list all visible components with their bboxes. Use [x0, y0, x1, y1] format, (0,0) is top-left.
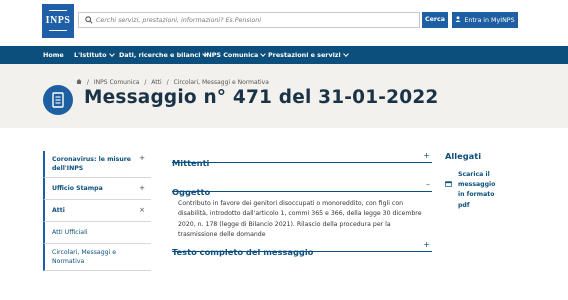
inps-logo[interactable]: INPS — [42, 4, 74, 38]
page-title: Messaggio n° 471 del 31-01-2022 — [84, 87, 439, 108]
oggetto-text: Contributo in favore dei genitori disocc… — [178, 200, 422, 239]
nav-dati-label: Dati, ricerche e bilanci — [119, 51, 201, 59]
breadcrumb-separator: / — [166, 79, 169, 86]
nav-istituto[interactable]: L'Istituto — [74, 46, 115, 64]
expand-icon[interactable]: + — [139, 154, 145, 163]
section-mittenti[interactable]: Mittenti + — [172, 151, 432, 168]
nav-istituto-label: L'Istituto — [74, 51, 107, 59]
sidebar-item-coronavirus[interactable]: Coronavirus: le misure dell'INPS + — [43, 151, 151, 178]
expand-icon[interactable]: + — [423, 240, 430, 249]
allegati-title: Allegati — [445, 151, 482, 161]
section-mittenti-title: Mittenti — [172, 158, 210, 168]
sidebar-subitem-label: Circolari, Messaggi e Normativa — [52, 249, 117, 265]
breadcrumb-inps-comunica[interactable]: INPS Comunica — [94, 79, 140, 86]
nav-inps-comunica-label: INPS Comunica — [204, 51, 259, 59]
sidebar-item-ufficio-stampa[interactable]: Ufficio Stampa + — [43, 178, 151, 200]
search-button[interactable]: Cerca — [422, 12, 448, 28]
chevron-down-icon — [342, 50, 349, 57]
allegato-label: Scarica il messaggio in formato pdf — [458, 171, 496, 209]
section-oggetto[interactable]: Oggetto – — [172, 180, 432, 197]
breadcrumb-atti[interactable]: Atti — [151, 79, 161, 86]
sidebar-subitem-circolari[interactable]: Circolari, Messaggi e Normativa — [43, 244, 151, 271]
page: INPS Cerca Entra in MyINPS Home L'Istitu… — [0, 0, 568, 300]
sidebar-subitem-label: Atti Ufficiali — [52, 229, 88, 236]
document-icon — [43, 85, 73, 115]
breadcrumb: / INPS Comunica / Atti / Circolari, Mess… — [76, 79, 272, 86]
sidebar-item-atti[interactable]: Atti × — [43, 200, 151, 222]
chevron-down-icon — [108, 50, 115, 57]
section-testo-title: Testo completo del messaggio — [172, 247, 314, 257]
section-oggetto-title: Oggetto — [172, 187, 211, 197]
section-testo-completo[interactable]: Testo completo del messaggio + — [172, 240, 432, 257]
sidebar-subitem-atti-ufficiali[interactable]: Atti Ufficiali — [43, 222, 151, 244]
nav-home[interactable]: Home — [43, 46, 64, 64]
sidebar-item-label: Coronavirus: le misure dell'INPS — [52, 156, 131, 172]
expand-icon[interactable]: + — [139, 184, 145, 193]
sidebar-item-label: Ufficio Stampa — [52, 185, 103, 192]
myinps-login-button[interactable]: Entra in MyINPS — [452, 12, 518, 28]
breadcrumb-separator: / — [144, 79, 147, 86]
nav-prestazioni[interactable]: Prestazioni e servizi — [268, 46, 349, 64]
expand-icon[interactable]: + — [423, 151, 430, 160]
collapse-icon[interactable]: × — [139, 206, 145, 215]
search-box[interactable] — [78, 12, 420, 28]
user-icon — [455, 16, 461, 24]
header: INPS Cerca Entra in MyINPS — [0, 0, 568, 46]
nav-home-label: Home — [43, 51, 64, 59]
breadcrumb-separator: / — [86, 79, 89, 86]
search-icon — [82, 13, 96, 27]
nav-inps-comunica[interactable]: INPS Comunica — [204, 46, 267, 64]
chevron-down-icon — [260, 50, 267, 57]
sidebar-item-label: Atti — [52, 207, 65, 214]
pdf-icon — [445, 172, 452, 211]
myinps-login-label: Entra in MyINPS — [464, 16, 515, 24]
home-icon[interactable] — [76, 79, 84, 86]
nav-prestazioni-label: Prestazioni e servizi — [268, 51, 341, 59]
breadcrumb-circolari[interactable]: Circolari, Messaggi e Normativa — [174, 79, 269, 86]
main-nav: Home L'Istituto Dati, ricerche e bilanci… — [0, 46, 568, 64]
search-input[interactable] — [96, 16, 416, 24]
collapse-icon[interactable]: – — [426, 180, 430, 189]
nav-dati[interactable]: Dati, ricerche e bilanci — [119, 46, 209, 64]
sidebar: Coronavirus: le misure dell'INPS + Uffic… — [43, 151, 151, 271]
allegato-pdf-link[interactable]: Scarica il messaggio in formato pdf — [445, 170, 498, 211]
